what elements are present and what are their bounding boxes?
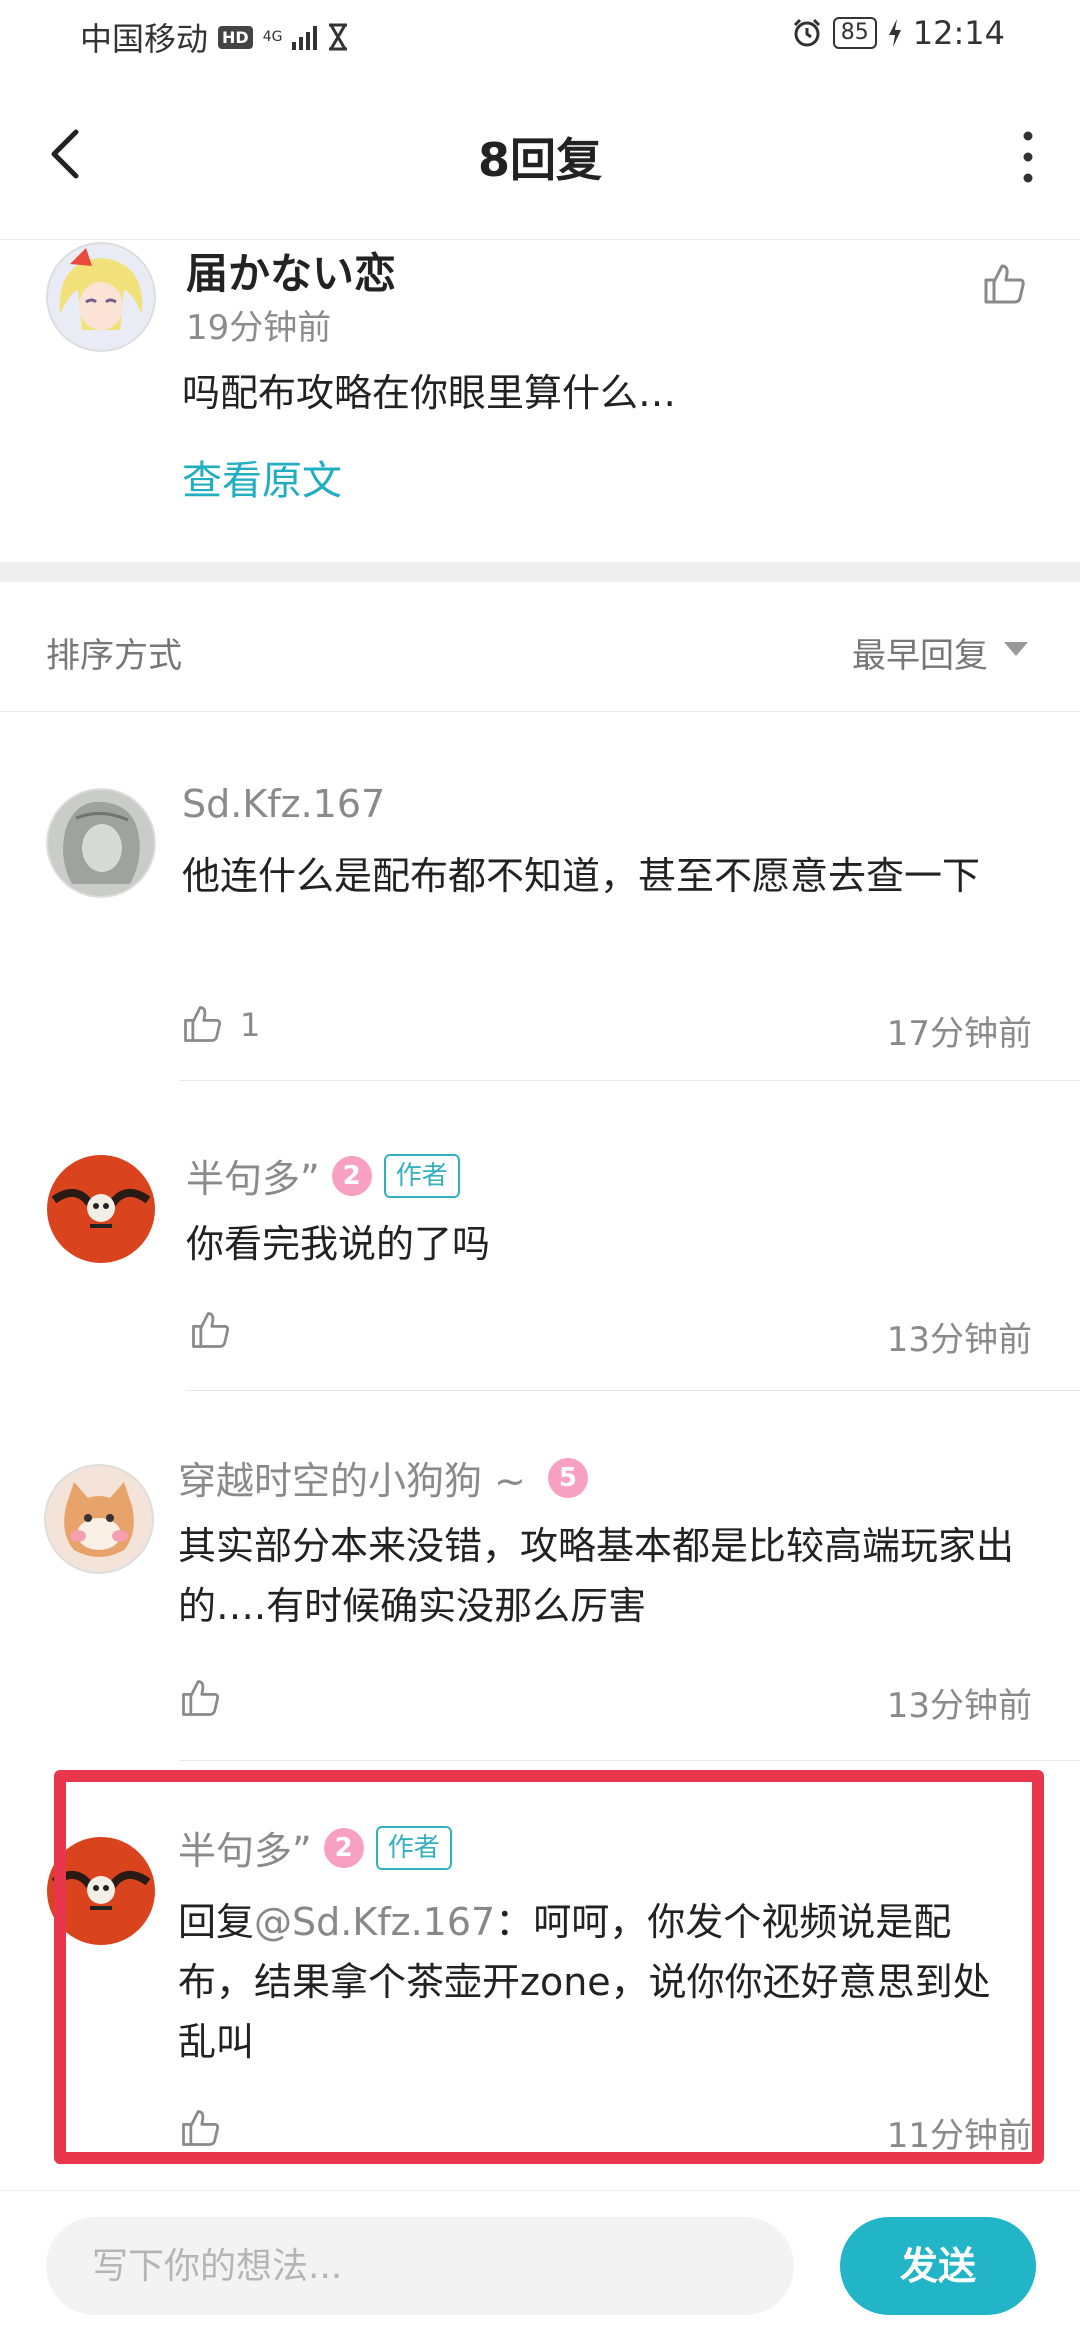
like-count: 1 (240, 1006, 261, 1044)
reply-author[interactable]: Sd.Kfz.167 (182, 782, 385, 826)
reply-time: 17分钟前 (886, 1014, 1032, 1054)
thumbs-up-icon[interactable] (178, 2106, 222, 2150)
reply-item: 半句多” 2 作者 你看完我说的了吗 13分钟前 (0, 1082, 1080, 1392)
post-time: 19分钟前 (186, 308, 332, 348)
hd-icon: HD (218, 25, 253, 49)
level-badge: 2 (331, 1155, 372, 1196)
avatar[interactable] (46, 1836, 156, 1946)
comment-input-bar: 发送 (0, 2190, 1080, 2340)
status-left: 中国移动 HD 4G (80, 14, 349, 60)
reply-time: 13分钟前 (886, 1686, 1032, 1726)
avatar[interactable] (46, 788, 156, 898)
thumbs-up-icon[interactable] (178, 1676, 222, 1720)
reply-author-name[interactable]: Sd.Kfz.167 (182, 782, 385, 826)
status-bar: 中国移动 HD 4G 85 12:14 (0, 0, 1080, 72)
signal-icon (292, 24, 318, 50)
original-post: 届かない恋 19分钟前 吗配布攻略在你眼里算什么… 查看原文 (0, 240, 1080, 562)
status-right: 85 12:14 (791, 14, 1005, 52)
send-button[interactable]: 发送 (840, 2217, 1036, 2315)
comment-input[interactable] (46, 2217, 794, 2315)
post-author[interactable]: 届かない恋 (186, 240, 396, 301)
more-icon[interactable] (1016, 122, 1040, 192)
reply-time: 11分钟前 (886, 2116, 1032, 2156)
alarm-icon (793, 18, 820, 47)
author-badge: 作者 (375, 1825, 452, 1870)
reply-text: 回复@Sd.Kfz.167：呵呵，你发个视频说是配布，结果拿个茶壶开zone，说… (178, 1892, 1018, 2072)
reply-time: 13分钟前 (886, 1320, 1032, 1360)
clock: 12:14 (912, 14, 1005, 52)
post-text: 吗配布攻略在你眼里算什么… (182, 371, 677, 415)
divider (180, 1080, 1080, 1081)
level-badge: 2 (323, 1827, 364, 1868)
sort-row: 排序方式 最早回复 (0, 582, 1080, 712)
view-original-link[interactable]: 查看原文 (182, 448, 342, 506)
charging-icon (888, 19, 901, 47)
header: 8回复 (0, 72, 1080, 240)
sort-dropdown[interactable]: 最早回复 (852, 628, 988, 677)
divider (180, 1760, 1080, 1761)
reply-item: 半句多” 2 作者 回复@Sd.Kfz.167：呵呵，你发个视频说是配布，结果拿… (0, 1762, 1080, 2190)
level-badge: 5 (547, 1457, 588, 1498)
thumbs-up-icon[interactable] (180, 1002, 224, 1046)
network-type: 4G (262, 29, 283, 45)
divider (186, 1390, 1080, 1391)
reply-text: 他连什么是配布都不知道，甚至不愿意去查一下 (182, 854, 981, 898)
avatar[interactable] (46, 242, 156, 352)
reply-author[interactable]: 半句多” 2 作者 (178, 1820, 452, 1875)
reply-author[interactable]: 半句多” 2 作者 (186, 1148, 460, 1203)
reply-author-name[interactable]: 半句多” (186, 1148, 320, 1203)
reply-author[interactable]: 穿越时空的小狗狗 ~ 5 (178, 1450, 588, 1505)
reply-text: 其实部分本来没错，攻略基本都是比较高端玩家出的….有时候确实没那么厉害 (178, 1524, 1015, 1628)
reply-author-name[interactable]: 半句多” (178, 1820, 312, 1875)
avatar[interactable] (46, 1154, 156, 1264)
sort-label: 排序方式 (46, 636, 182, 676)
mention-link[interactable]: @Sd.Kfz.167 (254, 1900, 495, 1944)
reply-item: 穿越时空的小狗狗 ~ 5 其实部分本来没错，攻略基本都是比较高端玩家出的….有时… (0, 1392, 1080, 1762)
reply-item: Sd.Kfz.167 他连什么是配布都不知道，甚至不愿意去查一下 1 17分钟前 (0, 712, 1080, 1082)
battery-icon: 85 (832, 17, 877, 49)
reply-prefix: 回复 (178, 1900, 255, 1944)
caret-down-icon[interactable] (1004, 642, 1028, 656)
hourglass-icon (329, 23, 348, 51)
thumbs-up-icon[interactable] (980, 260, 1028, 308)
thumbs-up-icon[interactable] (188, 1308, 232, 1352)
avatar[interactable] (44, 1464, 154, 1574)
reply-text: 你看完我说的了吗 (186, 1222, 491, 1266)
reply-author-name[interactable]: 穿越时空的小狗狗 ~ (178, 1450, 526, 1505)
author-badge: 作者 (383, 1153, 460, 1198)
carrier-label: 中国移动 (80, 20, 209, 58)
page-title: 8回复 (477, 133, 602, 187)
section-divider (0, 562, 1080, 582)
